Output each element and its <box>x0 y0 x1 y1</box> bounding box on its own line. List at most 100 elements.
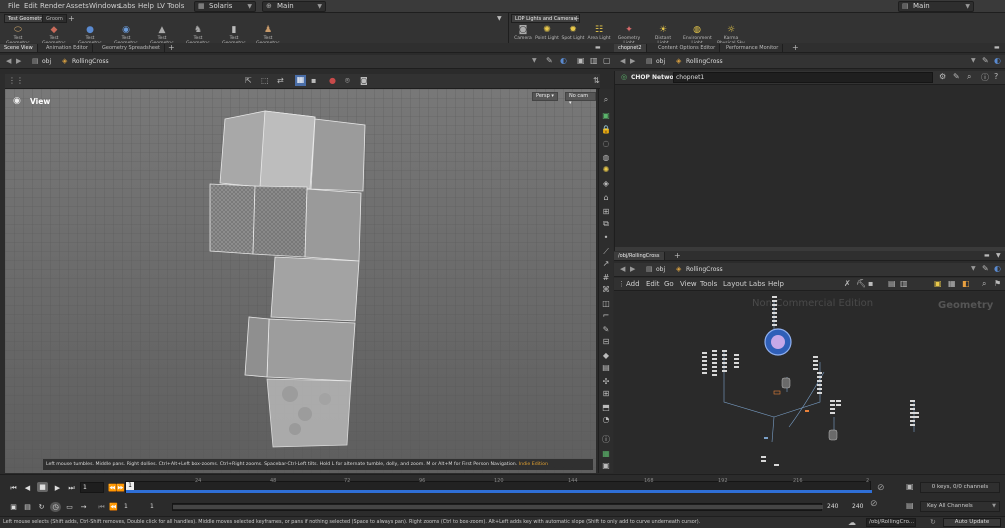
gear-icon[interactable]: ⚙ <box>939 72 946 81</box>
play-icon[interactable]: ▶ <box>52 483 63 493</box>
tool-icon[interactable]: ⛏ <box>856 279 866 288</box>
wireframe-toggle-icon[interactable]: ▦ <box>295 75 306 86</box>
net-menu-layout[interactable]: Layout <box>723 280 747 288</box>
chevron-down-icon[interactable]: ▼ <box>497 15 502 22</box>
range-start-field[interactable]: 1 <box>124 503 128 510</box>
auto-update-button[interactable]: Auto Update <box>943 518 1001 527</box>
visibility-icon[interactable]: ▣ <box>601 111 611 121</box>
uv-icon[interactable]: ◫ <box>601 299 611 309</box>
sticky-note-icon[interactable]: ▣ <box>934 279 942 288</box>
palette-icon[interactable]: ▦ <box>948 279 956 288</box>
view-camera-icon[interactable]: ◉ <box>13 96 21 106</box>
add-tab-icon[interactable]: + <box>68 14 75 23</box>
menu-file[interactable]: File <box>8 2 20 10</box>
tool-test-geometry-t3[interactable]: ♟Test Geometry: T... <box>254 25 282 51</box>
back-arrow-icon[interactable]: ◀ <box>6 57 11 65</box>
playhead[interactable]: 1 <box>126 482 134 490</box>
handle-icon[interactable]: ⊞ <box>601 389 611 399</box>
mirror-icon[interactable]: ⧉ <box>601 219 611 229</box>
pin-icon[interactable]: ✎ <box>982 264 989 273</box>
filter-icon[interactable]: ▤ <box>601 363 611 373</box>
right-desktop-dropdown[interactable]: ▤ Main ▼ <box>898 1 974 12</box>
link-icon[interactable]: ◐ <box>994 264 1001 273</box>
tab-obj-rollingcross[interactable]: /obj/RollingCross <box>614 252 665 260</box>
link-icon[interactable]: ◐ <box>560 56 567 65</box>
range-start2-field[interactable]: 1 <box>150 503 154 510</box>
add-tab-icon[interactable]: + <box>674 251 681 260</box>
menu-labs[interactable]: Labs <box>119 2 135 10</box>
light-icon[interactable]: ✺ <box>601 165 611 175</box>
layout-icon[interactable]: ▥ <box>590 56 598 65</box>
chop-network-pane[interactable]: ◎ CHOP Network chopnet1 ⚙ ✎ ⌕ ⓘ ? <box>614 71 1005 251</box>
snap-icon[interactable]: ⌾ <box>345 76 350 86</box>
shelf-tab-groom[interactable]: Groom <box>42 14 67 23</box>
tab-animation-editor[interactable]: Animation Editor <box>42 44 93 52</box>
grid-icon[interactable]: ⊞ <box>601 207 611 217</box>
chevron-down-icon[interactable]: ▼ <box>971 265 976 272</box>
network-editor-canvas[interactable]: Non-Commercial Edition Geometry <box>614 292 1005 473</box>
audio-settings-icon[interactable]: ⊘ <box>870 499 878 509</box>
note-icon[interactable]: ▪ <box>868 279 873 288</box>
tool-karma-physical-sky[interactable]: ☼Karma Physical Sky <box>717 25 745 46</box>
scene-viewport[interactable]: ◉ View Persp ▾ No cam ▾ Left mouse tumbl… <box>5 89 596 473</box>
tab-content-options[interactable]: Content Options Editor <box>654 44 721 52</box>
lasso-icon[interactable]: ◔ <box>601 415 611 425</box>
link-icon[interactable]: ◐ <box>994 56 1001 65</box>
point-icon[interactable]: • <box>601 233 611 243</box>
paint-icon[interactable]: ✎ <box>601 325 611 335</box>
tool-environment-light[interactable]: ◍Environment Light <box>683 25 712 46</box>
network-path-node[interactable]: RollingCross <box>686 266 723 273</box>
tool-geometry-light[interactable]: ✦Geometry Light <box>615 25 643 46</box>
edge-icon[interactable]: ⟋ <box>601 247 611 257</box>
range-end-field[interactable]: 240 <box>827 503 838 510</box>
pin-icon[interactable]: ✎ <box>982 56 989 65</box>
jump-end-icon[interactable]: ⏭ <box>66 483 77 493</box>
back-arrow-icon[interactable]: ◀ <box>620 57 625 65</box>
lasso-icon[interactable]: ⇄ <box>277 76 284 85</box>
layout-icon[interactable]: ▦ <box>601 449 611 459</box>
pane-menu-icon[interactable]: ▬ <box>595 44 601 51</box>
add-tab-icon[interactable]: + <box>573 14 580 23</box>
range-slider[interactable] <box>172 503 823 511</box>
number-icon[interactable]: # <box>601 273 611 283</box>
shelf-tab-lop-lights[interactable]: LOP Lights and Cameras <box>511 14 581 23</box>
tab-scene-view[interactable]: Scene View <box>0 44 38 52</box>
pin-icon[interactable]: ✎ <box>546 56 553 65</box>
texture-icon[interactable]: ◈ <box>601 179 611 189</box>
add-tab-icon[interactable]: + <box>792 43 799 52</box>
jump-start-icon[interactable]: ⏮ <box>96 502 107 512</box>
snapshot-icon[interactable]: ◙ <box>360 76 368 85</box>
shading-icon[interactable]: ◍ <box>601 153 611 163</box>
snap-icon[interactable]: ⬒ <box>601 403 611 413</box>
key-icon[interactable]: ▣ <box>906 482 914 491</box>
context-dropdown[interactable]: ⊕ Main ▼ <box>262 1 326 12</box>
net-menu-labs[interactable]: Labs <box>749 280 765 288</box>
info-icon[interactable]: ⓘ <box>981 72 989 83</box>
tool-distant-light[interactable]: ☀Distant Light <box>649 25 677 46</box>
display-icon[interactable]: ▣ <box>577 56 585 65</box>
grid-menu-icon[interactable]: ⋮⋮ <box>8 76 24 85</box>
frame-field[interactable]: 1 <box>80 482 104 493</box>
forward-arrow-icon[interactable]: ▶ <box>630 57 635 65</box>
net-menu-view[interactable]: View <box>680 280 697 288</box>
bone-icon[interactable]: ⌘ <box>601 285 611 295</box>
camera-icon[interactable]: ⌂ <box>601 193 611 203</box>
help-icon[interactable]: ? <box>994 72 998 81</box>
transform-icon[interactable]: ✣ <box>601 377 611 387</box>
net-menu-go[interactable]: Go <box>664 280 674 288</box>
loop-icon[interactable]: ↻ <box>36 502 47 512</box>
step-back-icon[interactable]: ⏪ <box>108 502 119 512</box>
color-icon[interactable]: ◧ <box>962 279 970 288</box>
info-icon[interactable]: ⓘ <box>601 435 611 445</box>
key-all-icon[interactable]: ▤ <box>906 501 914 510</box>
menu-edit[interactable]: Edit <box>24 2 38 10</box>
record-icon[interactable]: ● <box>329 76 336 85</box>
net-menu-add[interactable]: Add <box>626 280 640 288</box>
tool-test-geometry-s1[interactable]: ◉Test Geometry: S... <box>112 25 140 51</box>
box-select-icon[interactable]: ⬚ <box>261 76 269 85</box>
add-tab-icon[interactable]: + <box>168 43 175 52</box>
chop-path-node[interactable]: RollingCross <box>686 58 723 65</box>
brush-icon[interactable]: ✎ <box>953 72 960 81</box>
tool-test-geometry-p[interactable]: ◆Test Geometry: P... <box>40 25 68 51</box>
tab-performance-monitor[interactable]: Performance Monitor <box>722 44 784 52</box>
